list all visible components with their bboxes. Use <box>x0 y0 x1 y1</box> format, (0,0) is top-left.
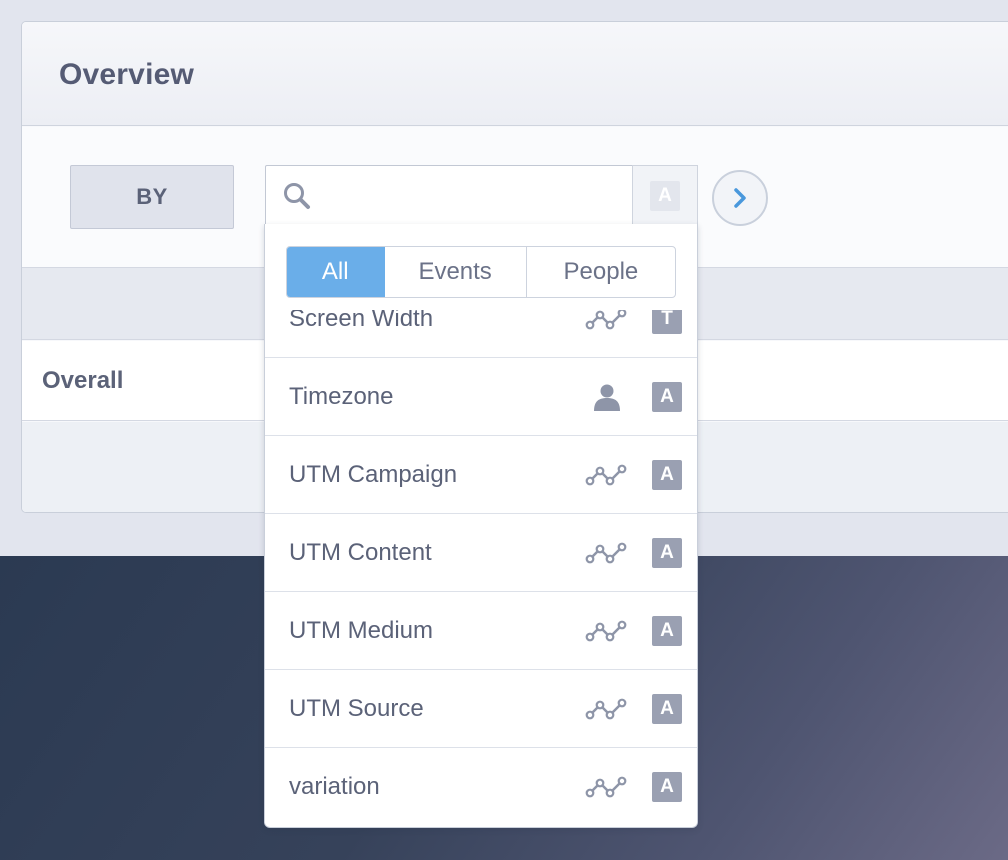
filter-all[interactable]: All <box>287 247 385 297</box>
property-list: Screen Width T Timezone A UTM Campaign A… <box>265 280 697 826</box>
search-icon <box>284 183 310 209</box>
filter-people[interactable]: People <box>527 247 675 297</box>
type-badge-icon: A <box>650 181 680 211</box>
list-item[interactable]: UTM Medium A <box>265 592 697 670</box>
type-badge-icon: A <box>652 382 682 412</box>
page-title: Overview <box>59 58 195 91</box>
type-badge-icon: A <box>652 772 682 802</box>
next-button[interactable] <box>712 170 768 226</box>
chevron-right-icon <box>734 188 746 208</box>
overall-label: Overall <box>42 367 124 394</box>
type-badge-icon: A <box>652 616 682 646</box>
property-label: Timezone <box>289 383 394 410</box>
list-item[interactable]: UTM Campaign A <box>265 436 697 514</box>
property-label: UTM Campaign <box>289 461 458 488</box>
filter-events[interactable]: Events <box>385 247 527 297</box>
property-label: variation <box>289 773 380 800</box>
event-icon <box>585 698 627 720</box>
property-label: UTM Content <box>289 539 432 566</box>
list-item[interactable]: variation A <box>265 748 697 826</box>
property-label: UTM Source <box>289 695 424 722</box>
event-icon <box>585 620 627 642</box>
event-icon <box>585 542 627 564</box>
type-badge-icon: A <box>652 460 682 490</box>
by-button[interactable]: BY <box>70 165 234 229</box>
list-item[interactable]: UTM Source A <box>265 670 697 748</box>
event-icon <box>585 464 627 486</box>
type-badge-icon: A <box>652 694 682 724</box>
event-icon <box>585 776 627 798</box>
property-search-input[interactable] <box>265 165 634 227</box>
filter-segmented-control: All Events People <box>286 246 676 298</box>
property-label: UTM Medium <box>289 617 434 644</box>
type-badge-icon: A <box>652 538 682 568</box>
property-dropdown: All Events People Screen Width T Timezon… <box>264 224 698 828</box>
person-icon <box>594 384 620 411</box>
panel-header: Overview <box>22 22 1008 126</box>
type-filter-toggle[interactable]: A <box>632 165 698 227</box>
list-item[interactable]: UTM Content A <box>265 514 697 592</box>
list-item[interactable]: Timezone A <box>265 358 697 436</box>
